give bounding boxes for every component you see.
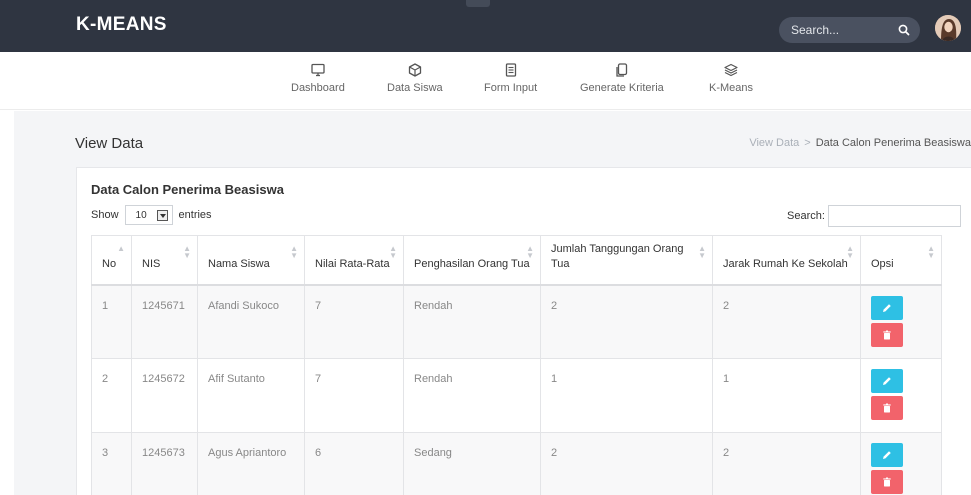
sort-asc-icon: ▲ (117, 244, 125, 253)
nav-label: K-Means (709, 82, 754, 94)
table-cell: Sedang (403, 432, 541, 495)
table-search: Search: (787, 205, 961, 227)
trash-icon (883, 403, 891, 413)
delete-button[interactable] (871, 470, 903, 494)
options-cell (860, 284, 942, 359)
delete-button[interactable] (871, 396, 903, 420)
table-cell: Agus Apriantoro (197, 432, 305, 495)
column-header[interactable]: ▲ ▼ Nilai Rata-Rata (304, 235, 404, 286)
chevron-down-icon[interactable] (156, 210, 168, 221)
nav-label: Form Input (484, 82, 538, 94)
column-header[interactable]: ▲ ▼ NIS (131, 235, 198, 286)
table-cell: 1245672 (131, 358, 198, 433)
nav-item-k-means[interactable]: K-Means (709, 62, 753, 94)
edit-button[interactable] (871, 295, 903, 320)
breadcrumb-current: Data Calon Penerima Beasiswa (815, 137, 971, 149)
nav-label: Data Siswa (387, 82, 443, 94)
layers-icon (724, 63, 738, 77)
entries-value: 10 (135, 210, 147, 221)
page-title: View Data (75, 135, 144, 152)
column-header[interactable]: ▲ ▼ Jumlah Tanggungan Orang Tua (540, 235, 713, 286)
table-cell: 3 (91, 432, 132, 495)
column-header[interactable]: ▲ ▼ Jarak Rumah Ke Sekolah (712, 235, 861, 286)
table-cell: 1 (540, 358, 713, 433)
nav-item-generate-kriteria[interactable]: Generate Kriteria (580, 62, 664, 94)
entries-select[interactable]: 10 (124, 205, 173, 225)
main-nav: Dashboard Data Siswa Form Input Generate… (0, 52, 971, 110)
card-title: Data Calon Penerima Beasiswa (91, 182, 284, 197)
nav-item-dashboard[interactable]: Dashboard (291, 62, 345, 94)
pencil-icon (883, 377, 891, 385)
table-cell: Rendah (403, 284, 541, 359)
monitor-icon (311, 63, 325, 77)
table-row: 1 1245671 Afandi Sukoco 7 Rendah 2 2 (91, 284, 942, 359)
table-cell: 1245671 (131, 284, 198, 359)
table-cell: 1 (712, 358, 861, 433)
breadcrumb-link[interactable]: View Data (749, 137, 799, 149)
table-cell: Rendah (403, 358, 541, 433)
table-cell: 1245673 (131, 432, 198, 495)
column-header[interactable]: ▲ No (91, 235, 132, 286)
table-cell: 7 (304, 284, 404, 359)
column-header[interactable]: ▲ ▼ Nama Siswa (197, 235, 305, 286)
drawer-handle[interactable] (466, 0, 490, 7)
nav-label: Generate Kriteria (580, 82, 664, 94)
show-label: Show (91, 209, 119, 221)
top-bar: K-MEANS (0, 0, 971, 52)
table-row: 2 1245672 Afif Sutanto 7 Rendah 1 1 (91, 358, 942, 433)
nav-item-form-input[interactable]: Form Input (484, 62, 537, 94)
table-cell: 1 (91, 284, 132, 359)
edit-button[interactable] (871, 369, 903, 393)
table-header-row: ▲ No ▲ ▼ NIS ▲ ▼ Nama Siswa ▲ ▼ Nilai Rata-Rata… (91, 235, 942, 286)
breadcrumb-separator: > (804, 137, 811, 149)
data-table: ▲ No ▲ ▼ NIS ▲ ▼ Nama Siswa ▲ ▼ Nilai Rata-Rata… (91, 235, 942, 495)
delete-button[interactable] (871, 322, 903, 347)
entries-length: Show 10 entries (91, 205, 212, 225)
column-header[interactable]: ▲ ▼ Penghasilan Orang Tua (403, 235, 541, 286)
entries-label: entries (178, 209, 212, 221)
brand-logo[interactable]: K-MEANS (76, 14, 167, 36)
pencil-icon (883, 451, 891, 459)
breadcrumb: View Data > Data Calon Penerima Beasiswa (749, 137, 971, 149)
table-cell: 6 (304, 432, 404, 495)
nav-label: Dashboard (291, 82, 345, 94)
table-cell: 2 (91, 358, 132, 433)
nav-item-data-siswa[interactable]: Data Siswa (387, 62, 443, 94)
column-header[interactable]: ▲ ▼ Opsi (860, 235, 942, 286)
document-icon (505, 63, 516, 77)
table-cell: 2 (540, 432, 713, 495)
options-cell (860, 358, 942, 433)
trash-icon (883, 477, 891, 487)
sort-icon: ▲ ▼ (698, 244, 706, 260)
pencil-icon (883, 303, 891, 312)
table-search-input[interactable] (827, 205, 961, 227)
sort-icon: ▲ ▼ (846, 244, 854, 260)
sort-icon: ▲ ▼ (389, 244, 397, 260)
cube-icon (408, 63, 421, 77)
sort-icon: ▲ ▼ (526, 244, 534, 260)
edit-button[interactable] (871, 443, 903, 467)
table-cell: 2 (540, 284, 713, 359)
sort-icon: ▲ ▼ (183, 244, 191, 260)
avatar[interactable] (935, 15, 961, 41)
options-cell (860, 432, 942, 495)
trash-icon (883, 330, 891, 339)
table-search-label: Search: (787, 210, 825, 222)
search-icon[interactable] (897, 23, 911, 37)
header-search[interactable] (779, 17, 920, 43)
copy-icon (616, 63, 628, 77)
table-row: 3 1245673 Agus Apriantoro 6 Sedang 2 2 (91, 432, 942, 495)
table-cell: 7 (304, 358, 404, 433)
table-cell: Afif Sutanto (197, 358, 305, 433)
sort-icon: ▲ ▼ (290, 244, 298, 260)
table-cell: 2 (712, 432, 861, 495)
table-cell: Afandi Sukoco (197, 284, 305, 359)
table-cell: 2 (712, 284, 861, 359)
header-search-input[interactable] (791, 21, 891, 39)
sort-icon: ▲ ▼ (927, 244, 935, 260)
